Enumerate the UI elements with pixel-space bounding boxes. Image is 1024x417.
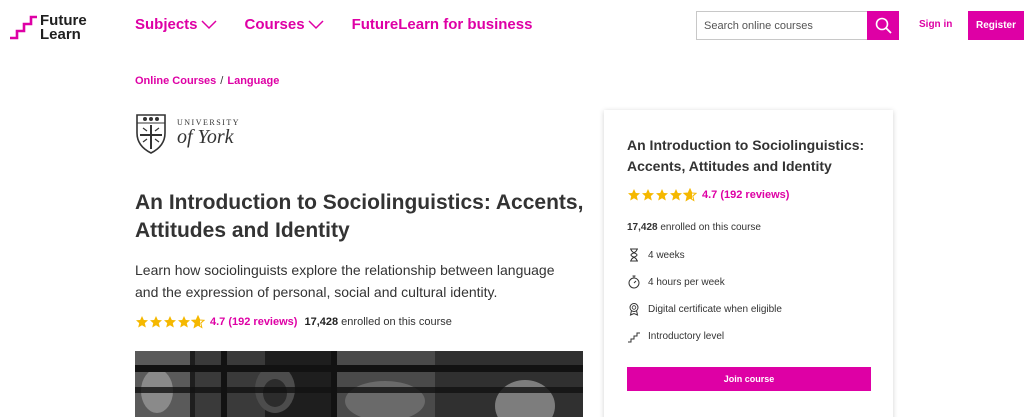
feature-hours-label: 4 hours per week: [648, 276, 725, 288]
university-crest-icon: [136, 113, 166, 154]
breadcrumb-separator: /: [220, 75, 224, 87]
star-icon: [178, 316, 190, 328]
course-description: Learn how sociolinguists explore the rel…: [135, 262, 555, 300]
main-nav: Subjects Courses FutureLearn for busines…: [135, 16, 560, 33]
star-half-icon: [683, 188, 697, 202]
star-icon: [656, 189, 668, 201]
card-reviews-link[interactable]: 4.7 (192 reviews): [702, 189, 789, 201]
card-enrolled-suffix: enrolled on this course: [660, 222, 761, 233]
certificate-icon: [629, 303, 639, 316]
nav-subjects-label: Subjects: [135, 16, 198, 33]
nav-courses-label: Courses: [244, 16, 305, 33]
register-button[interactable]: Register: [968, 11, 1024, 40]
card-enrolled-number: 17,428: [627, 222, 658, 233]
stopwatch-icon: [628, 275, 640, 289]
star-half-icon: [191, 315, 205, 329]
card-course-title: An Introduction to Sociolinguistics: Acc…: [627, 137, 865, 174]
breadcrumb: Online Courses / Language: [135, 75, 279, 87]
feature-hours: 4 hours per week: [627, 275, 725, 289]
steps-icon: [628, 332, 640, 343]
logo-text-line2: Learn: [40, 26, 81, 43]
university-logo[interactable]: UNIVERSITY of York: [133, 110, 253, 155]
site-header: Future Learn Subjects Courses FutureLear…: [0, 0, 1024, 52]
star-icon: [150, 316, 162, 328]
course-summary-card: An Introduction to Sociolinguistics: Acc…: [604, 110, 893, 417]
nav-courses[interactable]: Courses: [245, 16, 324, 33]
chevron-down-icon: [308, 19, 324, 29]
search-icon: [875, 17, 892, 34]
card-rating-row: 4.7 (192 reviews): [627, 188, 796, 202]
breadcrumb-language[interactable]: Language: [227, 75, 279, 87]
search-input[interactable]: [696, 11, 867, 40]
feature-certificate: Digital certificate when eligible: [627, 302, 782, 316]
feature-duration-label: 4 weeks: [648, 249, 685, 261]
enrolled-suffix: enrolled on this course: [341, 316, 452, 328]
star-icon: [670, 189, 682, 201]
feature-level: Introductory level: [627, 329, 724, 343]
star-icon: [628, 189, 640, 201]
sign-in-link[interactable]: Sign in: [919, 19, 952, 30]
enrolled-count: 17,428 enrolled on this course: [304, 316, 451, 328]
course-rating-row: 4.7 (192 reviews) 17,428 enrolled on thi…: [135, 315, 452, 329]
star-icon: [164, 316, 176, 328]
feature-certificate-label: Digital certificate when eligible: [648, 303, 782, 315]
star-rating: [627, 188, 697, 202]
futurelearn-logo[interactable]: Future Learn: [8, 12, 88, 44]
card-enrolled-count: 17,428 enrolled on this course: [627, 222, 761, 233]
university-name-line2: of York: [177, 126, 234, 148]
logo-steps-icon: [10, 15, 37, 40]
enrolled-number: 17,428: [304, 316, 339, 328]
star-icon: [642, 189, 654, 201]
reviews-link[interactable]: 4.7 (192 reviews): [210, 316, 297, 328]
join-course-button[interactable]: Join course: [627, 367, 871, 391]
breadcrumb-online-courses[interactable]: Online Courses: [135, 75, 216, 87]
nav-business-link[interactable]: FutureLearn for business: [352, 16, 533, 33]
feature-level-label: Introductory level: [648, 330, 725, 342]
search-bar: [696, 11, 899, 40]
star-rating: [135, 315, 205, 329]
chevron-down-icon: [201, 19, 217, 29]
course-title: An Introduction to Sociolinguistics: Acc…: [135, 191, 584, 242]
course-hero-image: [135, 351, 583, 417]
star-icon: [136, 316, 148, 328]
hero-photo-collage: [135, 351, 583, 417]
nav-subjects[interactable]: Subjects: [135, 16, 217, 33]
feature-duration: 4 weeks: [627, 248, 685, 262]
search-button[interactable]: [867, 11, 899, 40]
hourglass-icon: [630, 248, 638, 262]
